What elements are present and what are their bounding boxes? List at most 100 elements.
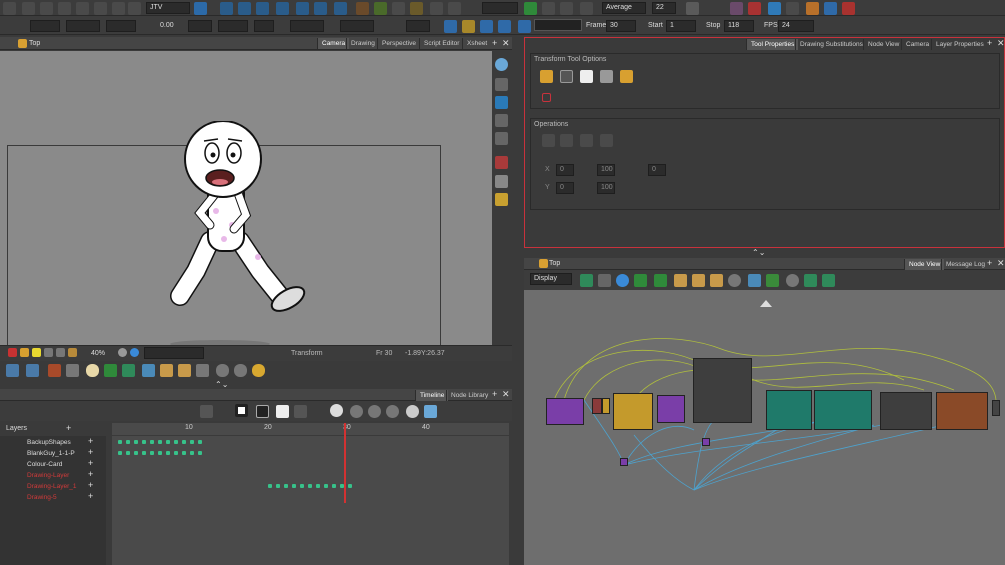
add-panel-icon-3[interactable]: + xyxy=(987,258,992,268)
angle-field-2[interactable]: 0 xyxy=(648,164,666,176)
node-purple-1[interactable] xyxy=(546,398,584,425)
nv-backdrop-icon[interactable] xyxy=(748,274,761,287)
layer-add-icon-2[interactable]: + xyxy=(88,458,93,468)
stop-field[interactable]: 118 xyxy=(724,20,754,32)
status-flash-icon[interactable] xyxy=(32,348,41,357)
magic-wand-icon[interactable] xyxy=(824,2,837,15)
bone-icon[interactable] xyxy=(334,2,347,15)
op-rotate-ccw-icon[interactable] xyxy=(600,134,613,147)
egg-tool-icon[interactable] xyxy=(86,364,99,377)
timeline-cell[interactable] xyxy=(332,484,336,488)
function-icon[interactable] xyxy=(786,2,799,15)
tab-timeline[interactable]: Timeline xyxy=(415,390,449,401)
playhead[interactable] xyxy=(344,423,346,503)
node-small-1[interactable] xyxy=(592,398,602,414)
status-frame-icon[interactable] xyxy=(68,348,77,357)
layer-add-icon-0[interactable]: + xyxy=(88,436,93,446)
layer-outline-icon[interactable] xyxy=(495,132,508,145)
pencil-icon[interactable] xyxy=(112,2,125,15)
timeline-cell[interactable] xyxy=(308,484,312,488)
paint-icon[interactable] xyxy=(128,2,141,15)
settings-icon[interactable] xyxy=(495,175,508,188)
light-table-icon[interactable] xyxy=(392,2,405,15)
prev-frame-icon[interactable] xyxy=(480,20,493,33)
timeline-cell[interactable] xyxy=(300,484,304,488)
node-orange-1[interactable] xyxy=(936,392,988,430)
track-4[interactable] xyxy=(112,481,509,491)
width-field[interactable]: 100 xyxy=(597,164,615,176)
onion-skin-icon[interactable] xyxy=(374,2,387,15)
timeline-cell[interactable] xyxy=(126,440,130,444)
start-field[interactable]: 1 xyxy=(666,20,696,32)
timeline-cell[interactable] xyxy=(316,484,320,488)
pos-x-field[interactable]: 0 xyxy=(556,164,574,176)
tab-layer-properties[interactable]: Layer Properties xyxy=(931,39,988,50)
nv-node-icon[interactable] xyxy=(804,274,817,287)
tab-drawing[interactable]: Drawing xyxy=(346,38,379,49)
tl-gear3-icon[interactable] xyxy=(386,405,399,418)
timeline-cell[interactable] xyxy=(198,451,202,455)
flower-tool-icon[interactable] xyxy=(122,364,135,377)
close-panel-icon[interactable]: ✕ xyxy=(502,38,510,49)
offset-y-field[interactable] xyxy=(406,20,430,32)
safe-area-icon[interactable] xyxy=(448,2,461,15)
layer-add-icon-3[interactable]: + xyxy=(88,469,93,479)
track-2[interactable] xyxy=(112,459,509,469)
layer-flat-icon[interactable] xyxy=(495,114,508,127)
image-tool-icon[interactable] xyxy=(160,364,173,377)
close-panel-icon-2[interactable]: ✕ xyxy=(997,38,1005,49)
node-small-2[interactable] xyxy=(602,398,610,414)
line-tool-icon[interactable] xyxy=(66,364,79,377)
tl-key-black-icon[interactable] xyxy=(256,405,269,418)
color-picker-icon[interactable] xyxy=(806,2,819,15)
timeline-cell[interactable] xyxy=(198,440,202,444)
tl-tool-1-icon[interactable] xyxy=(200,405,213,418)
view-camera-icon[interactable] xyxy=(495,58,508,71)
save-icon[interactable] xyxy=(58,2,71,15)
gear-tool-icon[interactable] xyxy=(216,364,229,377)
tab-perspective[interactable]: Perspective xyxy=(377,38,420,49)
camera-frame-icon[interactable] xyxy=(410,2,423,15)
nv-group-icon[interactable] xyxy=(710,274,723,287)
nv-comp-icon[interactable] xyxy=(692,274,705,287)
status-view-dropdown[interactable] xyxy=(144,347,204,359)
add-layer-icon[interactable]: + xyxy=(66,423,71,433)
nv-gear2-icon[interactable] xyxy=(786,274,799,287)
close-panel-icon-3[interactable]: ✕ xyxy=(997,258,1005,269)
rotate-view-icon[interactable] xyxy=(220,2,233,15)
tab-node-view[interactable]: Node View xyxy=(863,39,903,50)
timeline-cell[interactable] xyxy=(174,440,178,444)
node-gray-2[interactable] xyxy=(880,392,932,430)
timeline-cell[interactable] xyxy=(158,451,162,455)
status-bones-icon[interactable] xyxy=(44,348,53,357)
height-field[interactable]: 100 xyxy=(597,182,615,194)
stroke-color-icon[interactable] xyxy=(542,2,555,15)
marquee-icon[interactable] xyxy=(560,70,573,83)
gear-icon[interactable] xyxy=(686,2,699,15)
tab-xsheet[interactable]: Xsheet xyxy=(462,38,491,49)
layer-add-icon-4[interactable]: + xyxy=(88,480,93,490)
add-panel-icon-4[interactable]: + xyxy=(492,389,497,399)
collapse-arrows-icon-2[interactable]: ⌃⌄ xyxy=(752,248,765,257)
op-flip-v-icon[interactable] xyxy=(580,134,593,147)
home-icon-2[interactable] xyxy=(539,259,548,268)
value-22-field[interactable]: 22 xyxy=(652,2,676,14)
timeline-cell[interactable] xyxy=(126,451,130,455)
timeline-cell[interactable] xyxy=(118,451,122,455)
key-icon[interactable] xyxy=(495,193,508,206)
tl-onion-icon[interactable] xyxy=(330,404,343,417)
scale-x-field[interactable] xyxy=(188,20,212,32)
timeline-cell[interactable] xyxy=(324,484,328,488)
status-lock-icon[interactable] xyxy=(20,348,29,357)
redo-icon[interactable] xyxy=(40,2,53,15)
nv-find-icon[interactable] xyxy=(634,274,647,287)
track-5[interactable] xyxy=(112,492,509,502)
loop-icon[interactable] xyxy=(462,20,475,33)
skew-view-icon[interactable] xyxy=(276,2,289,15)
nv-peg-icon[interactable] xyxy=(598,274,611,287)
timeline-cell[interactable] xyxy=(348,484,352,488)
layer-add-icon-5[interactable]: + xyxy=(88,491,93,501)
layer-row-2[interactable]: Colour-Card xyxy=(0,459,100,470)
undo-icon[interactable] xyxy=(22,2,35,15)
rotate-value[interactable]: 0.00 xyxy=(160,22,174,29)
